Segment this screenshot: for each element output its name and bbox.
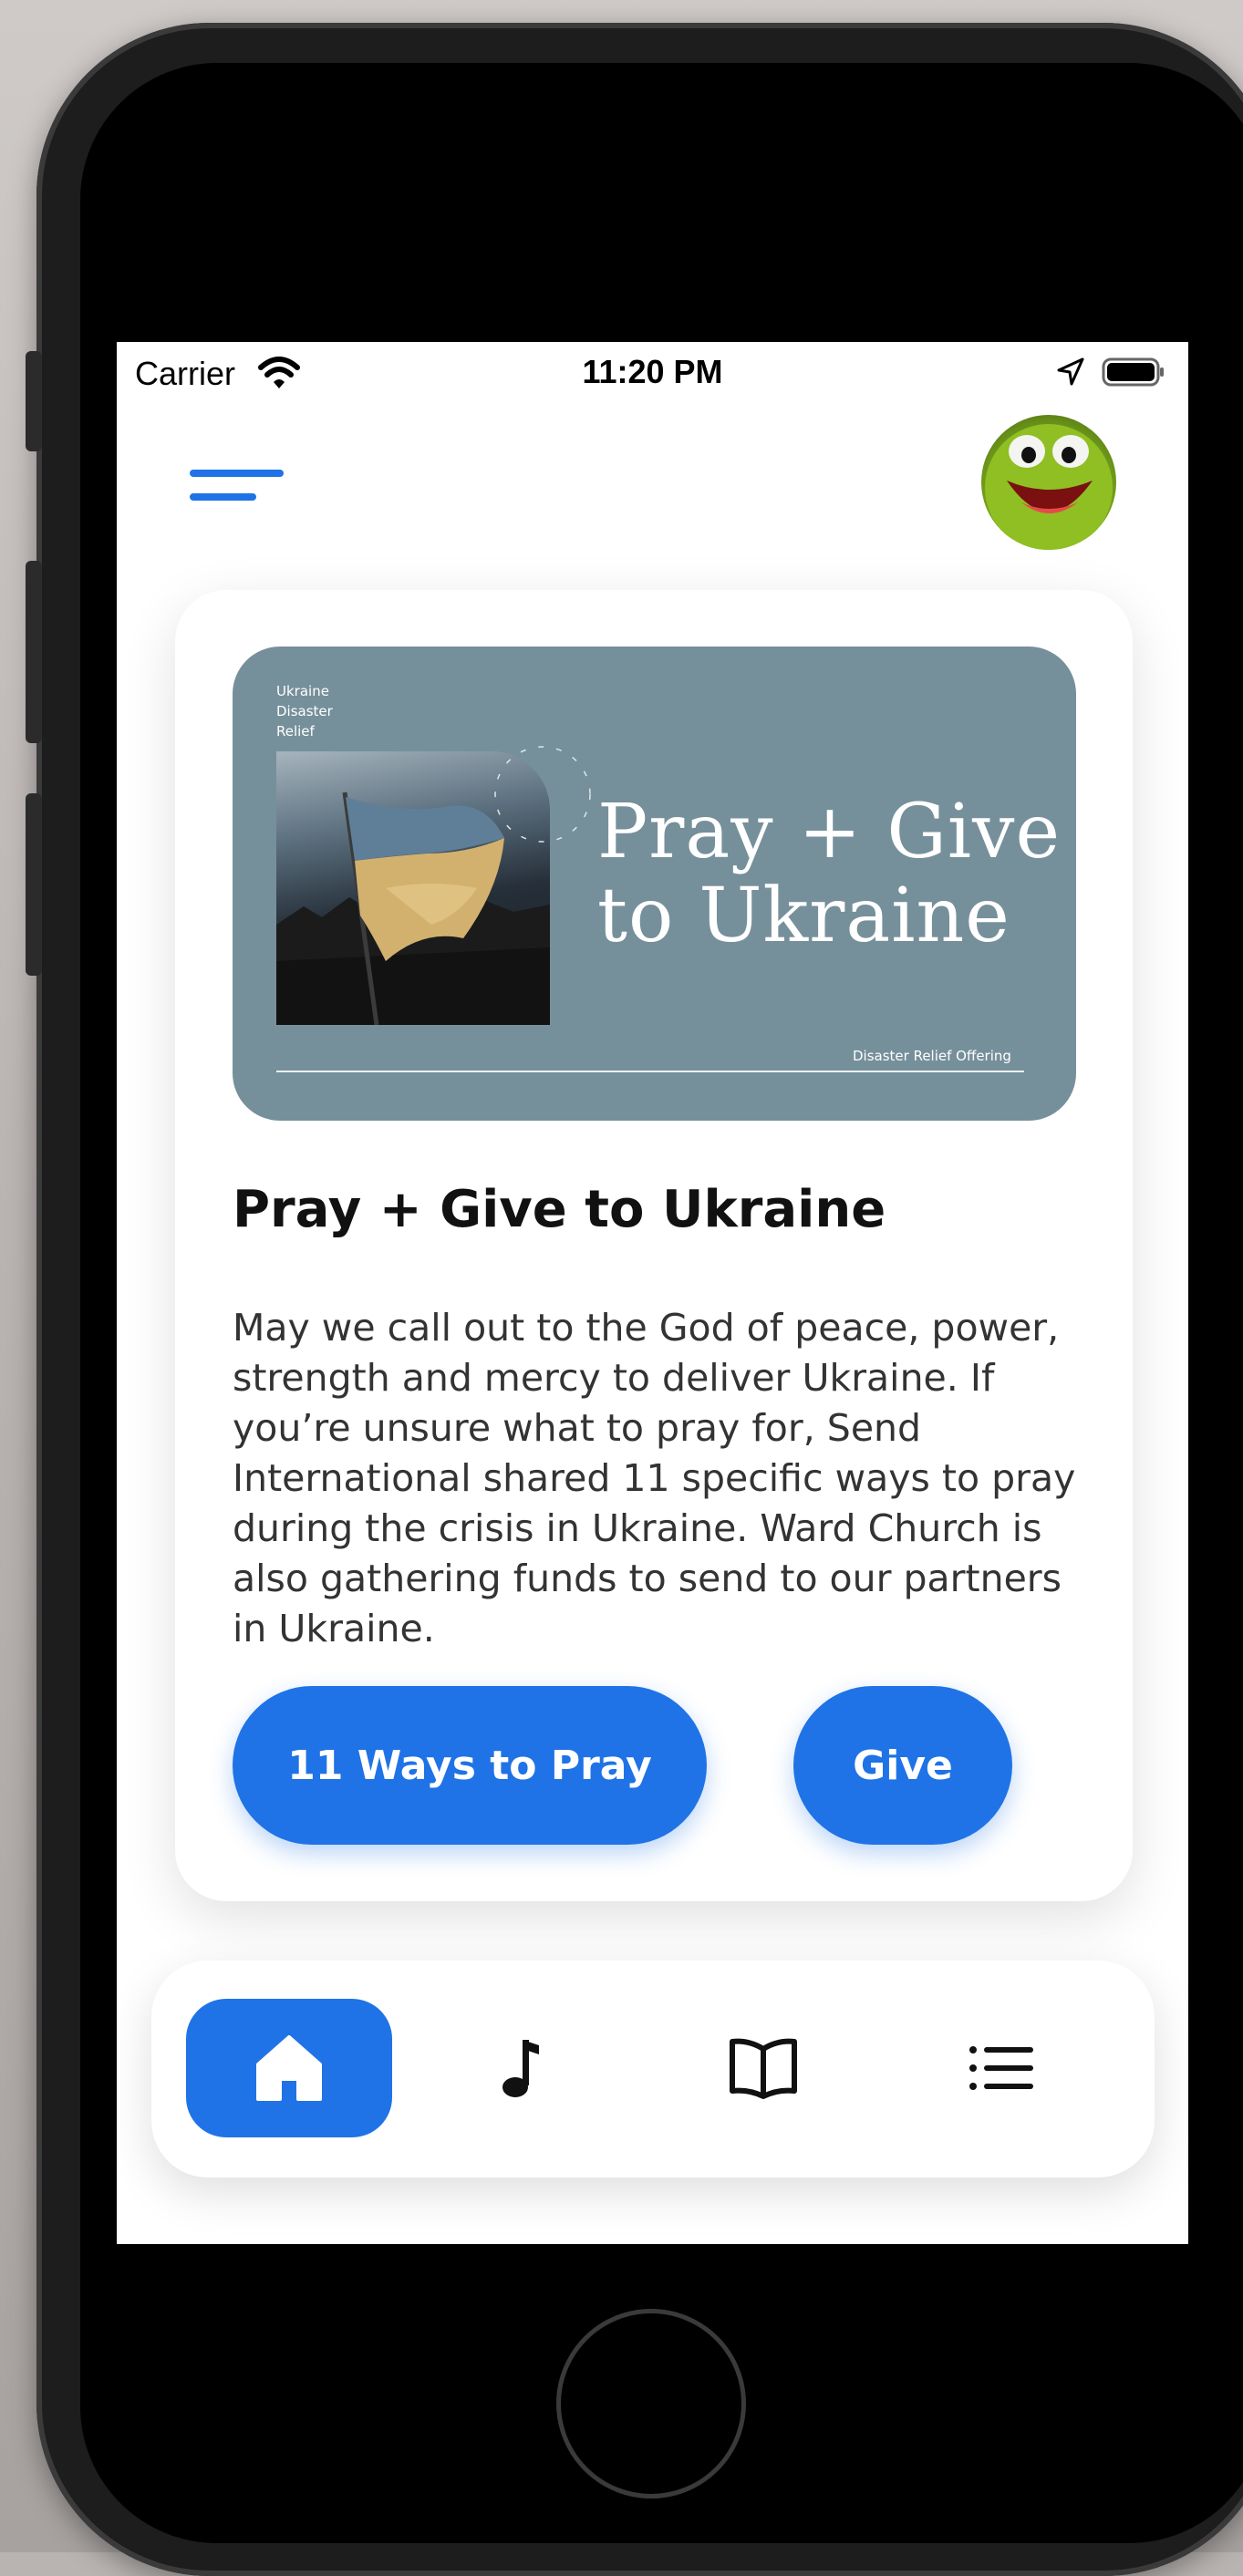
- volume-down-button: [26, 793, 42, 976]
- ukraine-card: Ukraine Disaster Relief Pray + Give to U…: [175, 590, 1133, 1901]
- banner-title-line-2: to Ukraine: [597, 873, 1010, 959]
- tab-list[interactable]: [899, 1999, 1105, 2137]
- list-icon: [969, 2046, 1033, 2090]
- banner-title: Pray + Give to Ukraine: [597, 791, 1061, 958]
- avatar-face-icon: [985, 424, 1113, 550]
- hamburger-menu-icon[interactable]: [190, 459, 290, 513]
- banner-divider: [276, 1071, 1024, 1072]
- location-arrow-icon: [1057, 357, 1084, 386]
- banner-label-line-2: Disaster: [276, 703, 333, 719]
- ukraine-banner-image[interactable]: Ukraine Disaster Relief Pray + Give to U…: [233, 647, 1076, 1121]
- home-icon: [256, 2035, 322, 2101]
- app-screen: Carrier 11:20 PM Ukraine Disaster Relief…: [117, 342, 1188, 2244]
- ways-to-pray-button[interactable]: 11 Ways to Pray: [233, 1686, 707, 1845]
- banner-small-label: Ukraine Disaster Relief: [276, 681, 333, 741]
- tab-home[interactable]: [186, 1999, 392, 2137]
- mute-switch: [26, 351, 42, 451]
- tab-music[interactable]: [418, 1999, 624, 2137]
- device-home-button[interactable]: [556, 2309, 746, 2498]
- banner-footer-text: Disaster Relief Offering: [853, 1048, 1011, 1064]
- card-title: Pray + Give to Ukraine: [233, 1180, 886, 1239]
- battery-full-icon: [1102, 357, 1164, 387]
- give-button[interactable]: Give: [793, 1686, 1012, 1845]
- open-book-icon: [730, 2038, 797, 2099]
- music-note-icon: [502, 2040, 539, 2097]
- banner-title-line-1: Pray + Give: [597, 789, 1062, 875]
- status-bar: Carrier 11:20 PM: [117, 342, 1188, 406]
- global-reach-seal-icon: [494, 746, 591, 843]
- status-time: 11:20 PM: [582, 353, 723, 390]
- card-body-text: May we call out to the God of peace, pow…: [233, 1306, 1076, 1650]
- tab-bible[interactable]: [660, 1999, 866, 2137]
- volume-up-button: [26, 561, 42, 743]
- banner-label-line-3: Relief: [276, 723, 315, 740]
- bottom-tab-bar: [151, 1960, 1155, 2178]
- user-avatar[interactable]: [981, 415, 1116, 550]
- banner-label-line-1: Ukraine: [276, 683, 329, 699]
